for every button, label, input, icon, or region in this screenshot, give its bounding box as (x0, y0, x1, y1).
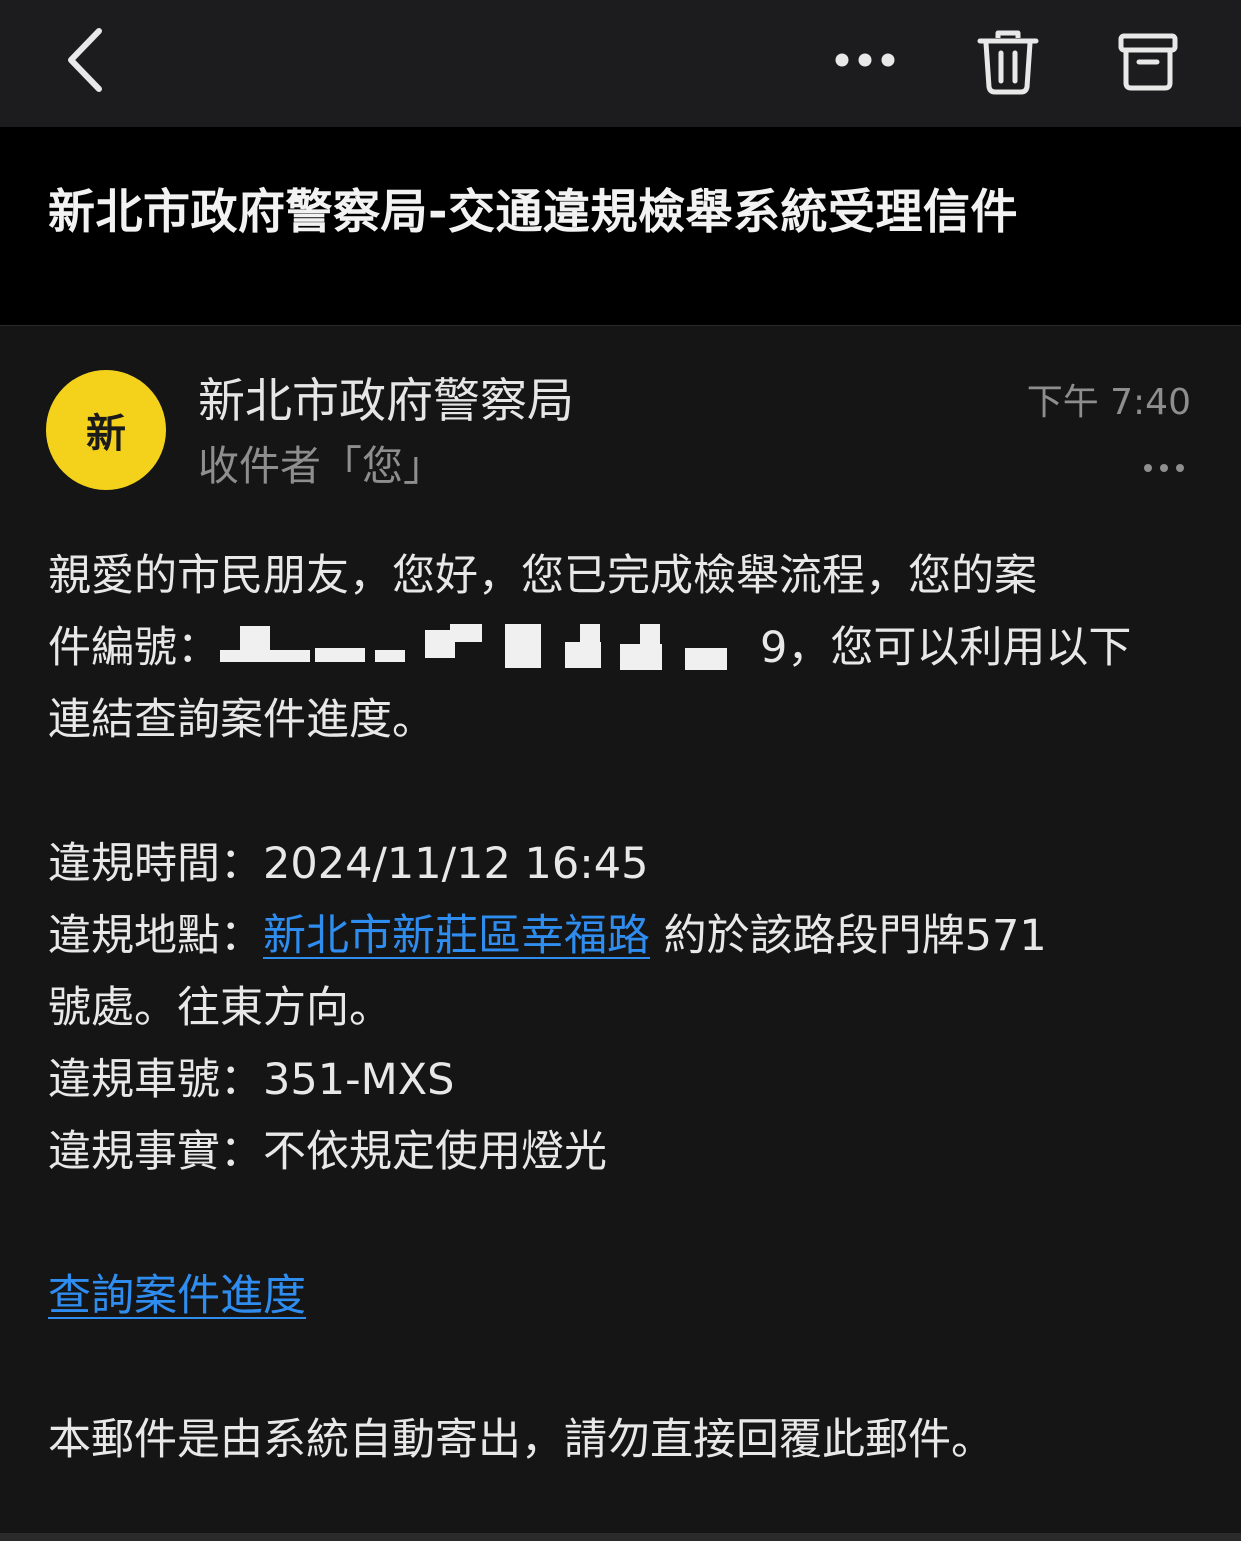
redacted-case-number (220, 620, 760, 670)
ellipsis-icon (1144, 464, 1184, 472)
location-map-link[interactable]: 新北市新莊區幸福路 (263, 911, 650, 961)
violation-location-continued: 號處。往東方向。 (48, 983, 392, 1033)
avatar[interactable]: 新 (46, 370, 166, 490)
body-line-case-number: 件編號： 9，您可以利用以下 (48, 612, 1131, 684)
delete-button[interactable] (965, 22, 1050, 102)
violation-location-detail: 約於該路段門牌571 (650, 911, 1047, 961)
violation-fact-value: 不依規定使用燈光 (263, 1127, 607, 1177)
violation-fact-row: 違規事實：不依規定使用燈光 (48, 1116, 607, 1188)
case-number-label: 件編號： (48, 623, 220, 673)
recipient-line[interactable]: 收件者「您」 (198, 438, 444, 494)
violation-fact-label: 違規事實： (48, 1127, 263, 1177)
archive-icon (1118, 33, 1177, 91)
more-options-button[interactable] (820, 30, 910, 90)
case-number-suffix: 9，您可以利用以下 (760, 623, 1132, 673)
divider (0, 1533, 1241, 1541)
violation-plate-row: 違規車號：351-MXS (48, 1044, 454, 1116)
violation-location-row: 違規地點：新北市新莊區幸福路 約於該路段門牌571 (48, 900, 1047, 972)
received-time: 下午 7:40 (1026, 382, 1191, 423)
body-line: 連結查詢案件進度。 (48, 695, 435, 745)
violation-plate-label: 違規車號： (48, 1055, 263, 1105)
query-progress-row: 查詢案件進度 (48, 1260, 306, 1332)
violation-time-row: 違規時間：2024/11/12 16:45 (48, 828, 648, 900)
violation-plate-value: 351-MXS (263, 1055, 455, 1105)
query-progress-link[interactable]: 查詢案件進度 (48, 1271, 306, 1321)
back-button[interactable] (50, 20, 120, 100)
violation-time-value: 2024/11/12 16:45 (263, 839, 649, 889)
footer-note: 本郵件是由系統自動寄出，請勿直接回覆此郵件。 (48, 1415, 994, 1465)
avatar-initial: 新 (86, 411, 126, 457)
sender-name[interactable]: 新北市政府警察局 (198, 372, 574, 432)
message-more-button[interactable] (1140, 455, 1190, 481)
top-toolbar (0, 0, 1241, 127)
trash-icon (977, 30, 1038, 95)
chevron-left-icon (68, 28, 102, 92)
body-line: 親愛的市民朋友，您好，您已完成檢舉流程，您的案 (48, 551, 1037, 601)
violation-location-label: 違規地點： (48, 911, 263, 961)
violation-time-label: 違規時間： (48, 839, 263, 889)
email-subject: 新北市政府警察局-交通違規檢舉系統受理信件 (48, 185, 1019, 240)
ellipsis-icon (835, 53, 895, 67)
archive-button[interactable] (1105, 22, 1190, 102)
